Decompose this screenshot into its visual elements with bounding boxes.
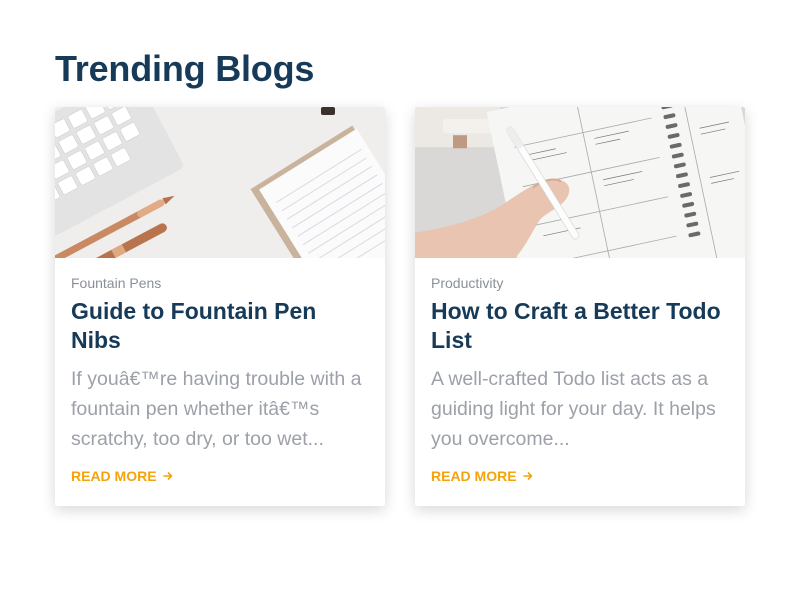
arrow-right-icon <box>522 472 532 480</box>
blog-excerpt: A well-crafted Todo list acts as a guidi… <box>431 368 716 450</box>
blog-title[interactable]: Guide to Fountain Pen Nibs <box>71 297 369 355</box>
blog-card-image-keyboard[interactable] <box>55 107 385 258</box>
blog-excerpt: If youâ€™re having trouble with a founta… <box>71 368 362 450</box>
read-more-label: READ MORE <box>431 468 517 484</box>
read-more-link[interactable]: READ MORE <box>71 467 174 485</box>
blog-card-list: Fountain Pens Guide to Fountain Pen Nibs… <box>55 107 745 506</box>
blog-title[interactable]: How to Craft a Better Todo List <box>431 297 729 355</box>
read-more-link[interactable]: READ MORE <box>431 467 534 485</box>
blog-card-image-planner[interactable] <box>415 107 745 258</box>
blog-category: Productivity <box>431 275 504 291</box>
blog-card[interactable]: Productivity How to Craft a Better Todo … <box>415 107 745 506</box>
blog-card-body: Productivity How to Craft a Better Todo … <box>415 258 745 506</box>
arrow-right-icon <box>162 472 172 480</box>
blog-page: Trending Blogs Fountain Pens Guide to Fo… <box>0 0 800 600</box>
section-title: Trending Blogs <box>55 48 315 89</box>
blog-category: Fountain Pens <box>71 275 162 291</box>
blog-card-body: Fountain Pens Guide to Fountain Pen Nibs… <box>55 258 385 506</box>
read-more-label: READ MORE <box>71 468 157 484</box>
blog-card[interactable]: Fountain Pens Guide to Fountain Pen Nibs… <box>55 107 385 506</box>
